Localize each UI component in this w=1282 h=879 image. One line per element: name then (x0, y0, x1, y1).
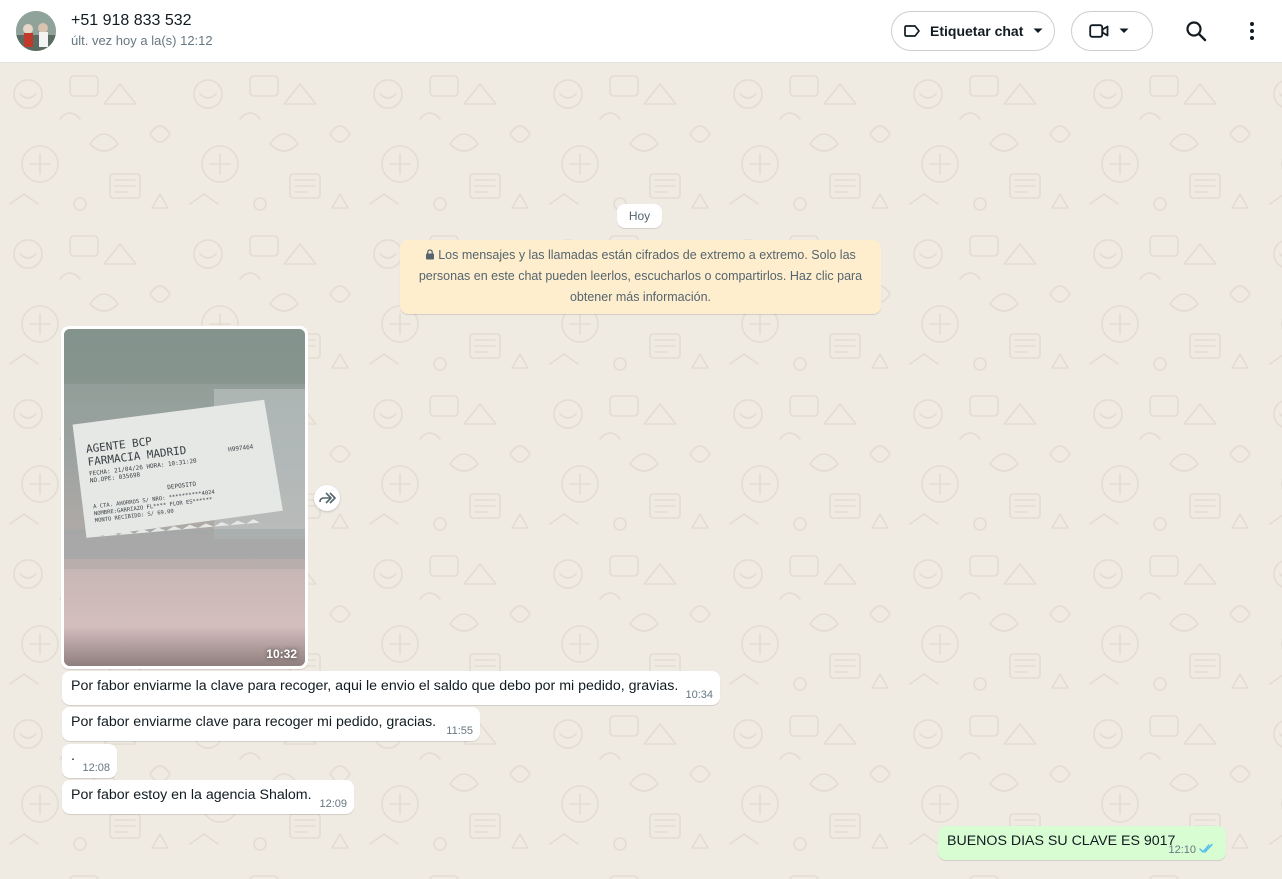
contact-last-seen: últ. vez hoy a la(s) 12:12 (71, 33, 213, 48)
message-text: BUENOS DIAS SU CLAVE ES 9017 (947, 833, 1176, 849)
search-icon (1186, 21, 1207, 42)
contact-info[interactable]: +51 918 833 532 últ. vez hoy a la(s) 12:… (71, 11, 213, 49)
caret-down-icon (1033, 28, 1043, 33)
message-time: 12:09 (319, 798, 347, 810)
label-icon (904, 25, 920, 37)
encryption-notice-text: Los mensajes y las llamadas están cifrad… (418, 248, 863, 304)
message-text: . (71, 748, 75, 764)
contact-avatar[interactable] (16, 11, 56, 51)
receipt-photo[interactable]: AGENTE BCP FARMACIA MADRID FECHA: 21/04/… (64, 329, 305, 666)
menu-dots-icon (1250, 22, 1254, 40)
receipt-photo-icon: AGENTE BCP FARMACIA MADRID FECHA: 21/04/… (64, 329, 305, 666)
forward-button[interactable] (314, 485, 340, 511)
image-message-time: 10:32 (266, 647, 297, 661)
message-bubble[interactable]: . 12:08 (62, 744, 117, 778)
video-icon (1089, 24, 1109, 38)
message-time: 11:55 (446, 725, 473, 737)
message-time: 12:10 (1168, 844, 1196, 856)
message-bubble[interactable]: Por fabor enviarme la clave para recoger… (62, 671, 720, 705)
message-bubble-outgoing[interactable]: BUENOS DIAS SU CLAVE ES 9017 12:10 (938, 826, 1226, 860)
double-check-read-icon (1199, 843, 1213, 853)
image-message[interactable]: AGENTE BCP FARMACIA MADRID FECHA: 21/04/… (61, 326, 308, 669)
encryption-notice[interactable]: Los mensajes y las llamadas están cifrad… (400, 240, 881, 314)
date-chip: Hoy (617, 204, 662, 228)
message-bubble[interactable]: Por fabor estoy en la agencia Shalom. 12… (62, 780, 354, 814)
chat-header: +51 918 833 532 últ. vez hoy a la(s) 12:… (0, 0, 1282, 63)
menu-button[interactable] (1240, 17, 1264, 45)
contact-name: +51 918 833 532 (71, 12, 192, 29)
video-call-button[interactable] (1071, 11, 1153, 51)
caret-down-icon (1119, 28, 1129, 33)
label-chat-button[interactable]: Etiquetar chat (891, 11, 1055, 51)
avatar-photo-icon (16, 11, 56, 51)
message-time: 12:08 (82, 762, 110, 774)
lock-icon (426, 249, 435, 260)
message-time: 10:34 (685, 689, 713, 701)
message-text: Por fabor enviarme clave para recoger mi… (71, 714, 437, 730)
label-chat-text: Etiquetar chat (930, 23, 1024, 39)
chat-area[interactable]: Hoy Los mensajes y las llamadas están ci… (0, 64, 1282, 879)
forward-icon (319, 492, 336, 504)
search-button[interactable] (1182, 17, 1210, 45)
message-bubble[interactable]: Por fabor enviarme clave para recoger mi… (62, 707, 480, 741)
message-text: Por fabor enviarme la clave para recoger… (71, 678, 679, 694)
message-text: Por fabor estoy en la agencia Shalom. (71, 787, 312, 803)
